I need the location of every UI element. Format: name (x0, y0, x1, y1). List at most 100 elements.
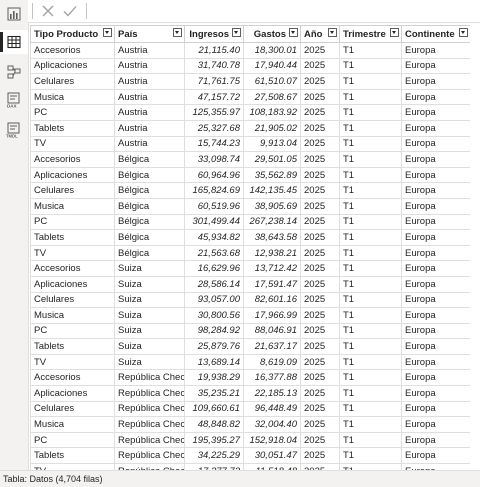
table-cell[interactable]: Europa (401, 291, 470, 309)
table-cell[interactable]: 93,057.00 (184, 291, 244, 309)
table-cell[interactable]: Accesorios (30, 260, 115, 277)
table-cell[interactable]: 15,744.23 (184, 135, 244, 153)
table-cell[interactable]: T1 (339, 182, 402, 199)
table-row[interactable]: PC Bélgica 301,499.44 267,238.14 2025 T1 Europ… (30, 213, 470, 231)
table-row[interactable]: Accesorios Austria 21,115.40 18,300.01 2025 T… (30, 42, 470, 59)
table-cell[interactable]: 25,327.68 (184, 119, 244, 137)
table-row[interactable]: Tablets Bélgica 45,934.82 38,643.58 2025 T1 Eu… (30, 229, 470, 246)
table-cell[interactable]: Suiza (114, 307, 185, 324)
column-header[interactable]: Continente (401, 25, 470, 43)
column-header[interactable]: Gastos (243, 25, 301, 43)
table-cell[interactable]: 13,689.14 (184, 353, 244, 371)
table-cell[interactable]: Suiza (114, 260, 185, 277)
table-cell[interactable]: TV (30, 353, 115, 371)
table-cell[interactable]: 98,284.92 (184, 322, 244, 340)
table-cell[interactable]: 60,964.96 (184, 166, 244, 184)
table-cell[interactable]: 2025 (300, 73, 340, 90)
table-cell[interactable]: Musica (30, 88, 115, 106)
table-cell[interactable]: T1 (339, 73, 402, 90)
filter-dropdown-icon[interactable] (390, 28, 399, 37)
table-cell[interactable]: 21,115.40 (184, 42, 244, 59)
table-cell[interactable]: 2025 (300, 275, 340, 293)
model-view-button[interactable] (0, 60, 28, 84)
table-cell[interactable]: T1 (339, 229, 402, 246)
cancel-formula-button[interactable] (40, 3, 56, 19)
table-cell[interactable]: 2025 (300, 307, 340, 324)
table-cell[interactable]: 2025 (300, 385, 340, 402)
table-cell[interactable]: T1 (339, 244, 402, 262)
table-cell[interactable]: T1 (339, 431, 402, 449)
table-cell[interactable]: Austria (114, 135, 185, 153)
table-cell[interactable]: 47,157.72 (184, 88, 244, 106)
table-cell[interactable]: 18,300.01 (243, 42, 301, 59)
table-cell[interactable]: 21,563.68 (184, 244, 244, 262)
table-cell[interactable]: 13,712.42 (243, 260, 301, 277)
table-cell[interactable]: 12,938.21 (243, 244, 301, 262)
table-cell[interactable]: Tablets (30, 119, 115, 137)
table-cell[interactable]: 2025 (300, 400, 340, 418)
table-cell[interactable]: Europa (401, 400, 470, 418)
table-cell[interactable]: Bélgica (114, 244, 185, 262)
table-cell[interactable]: 2025 (300, 213, 340, 231)
table-cell[interactable]: Suiza (114, 322, 185, 340)
table-cell[interactable]: 2025 (300, 57, 340, 75)
table-cell[interactable]: 45,934.82 (184, 229, 244, 246)
table-cell[interactable]: 2025 (300, 88, 340, 106)
table-cell[interactable]: 2025 (300, 104, 340, 121)
table-cell[interactable]: 38,643.58 (243, 229, 301, 246)
filter-dropdown-icon[interactable] (289, 28, 298, 37)
table-cell[interactable]: 16,629.96 (184, 260, 244, 277)
table-cell[interactable]: Suiza (114, 275, 185, 293)
column-header[interactable]: País (114, 25, 185, 43)
table-cell[interactable]: 301,499.44 (184, 213, 244, 231)
table-cell[interactable]: 48,848.82 (184, 416, 244, 433)
table-cell[interactable]: 9,913.04 (243, 135, 301, 153)
filter-dropdown-icon[interactable] (232, 28, 241, 37)
table-cell[interactable]: Europa (401, 353, 470, 371)
table-cell[interactable]: 33,098.74 (184, 151, 244, 168)
column-header[interactable]: Tipo Producto (30, 25, 115, 43)
table-cell[interactable]: 2025 (300, 369, 340, 387)
table-cell[interactable]: Aplicaciones (30, 385, 115, 402)
table-cell[interactable]: T1 (339, 151, 402, 168)
table-cell[interactable]: Celulares (30, 400, 115, 418)
table-row[interactable]: TV Austria 15,744.23 9,913.04 2025 T1 Europa (30, 135, 470, 153)
table-cell[interactable]: 2025 (300, 338, 340, 355)
table-cell[interactable]: Bélgica (114, 151, 185, 168)
table-row[interactable]: Celulares Suiza 93,057.00 82,601.16 2025 T1 Eu… (30, 291, 470, 309)
table-cell[interactable]: República Checa (114, 416, 185, 433)
table-cell[interactable]: 27,508.67 (243, 88, 301, 106)
table-row[interactable]: Celulares República Checa 109,660.61 96,448… (30, 400, 470, 418)
table-cell[interactable]: T1 (339, 385, 402, 402)
table-cell[interactable]: Bélgica (114, 166, 185, 184)
table-cell[interactable]: 16,377.88 (243, 369, 301, 387)
table-cell[interactable]: 96,448.49 (243, 400, 301, 418)
table-cell[interactable]: Austria (114, 57, 185, 75)
table-row[interactable]: TV Suiza 13,689.14 8,619.09 2025 T1 Europa (30, 353, 470, 371)
table-row[interactable]: PC Suiza 98,284.92 88,046.91 2025 T1 Europa (30, 322, 470, 340)
table-cell[interactable]: T1 (339, 166, 402, 184)
table-cell[interactable]: Europa (401, 104, 470, 121)
table-cell[interactable]: T1 (339, 119, 402, 137)
table-cell[interactable]: Bélgica (114, 213, 185, 231)
table-cell[interactable]: Europa (401, 88, 470, 106)
filter-dropdown-icon[interactable] (173, 28, 182, 37)
table-row[interactable]: Aplicaciones Bélgica 60,964.96 35,562.89 202… (30, 166, 470, 184)
table-cell[interactable]: 195,395.27 (184, 431, 244, 449)
table-cell[interactable]: 31,740.78 (184, 57, 244, 75)
table-cell[interactable]: T1 (339, 197, 402, 215)
table-cell[interactable]: Accesorios (30, 151, 115, 168)
table-cell[interactable]: 108,183.92 (243, 104, 301, 121)
table-cell[interactable]: República Checa (114, 400, 185, 418)
table-cell[interactable]: Austria (114, 42, 185, 59)
table-cell[interactable]: 109,660.61 (184, 400, 244, 418)
table-row[interactable]: Accesorios República Checa 19,938.29 16,377… (30, 369, 470, 387)
table-cell[interactable]: Accesorios (30, 369, 115, 387)
data-grid[interactable]: Tipo Producto País Ingresos Gastos Año Trimes… (30, 25, 470, 470)
table-row[interactable]: Celulares Austria 71,761.75 61,510.07 2025 T1… (30, 73, 470, 90)
table-row[interactable]: PC República Checa 195,395.27 152,918.04 202… (30, 431, 470, 449)
table-cell[interactable]: 17,966.99 (243, 307, 301, 324)
table-cell[interactable]: Europa (401, 135, 470, 153)
table-cell[interactable]: Europa (401, 166, 470, 184)
table-cell[interactable]: T1 (339, 291, 402, 309)
